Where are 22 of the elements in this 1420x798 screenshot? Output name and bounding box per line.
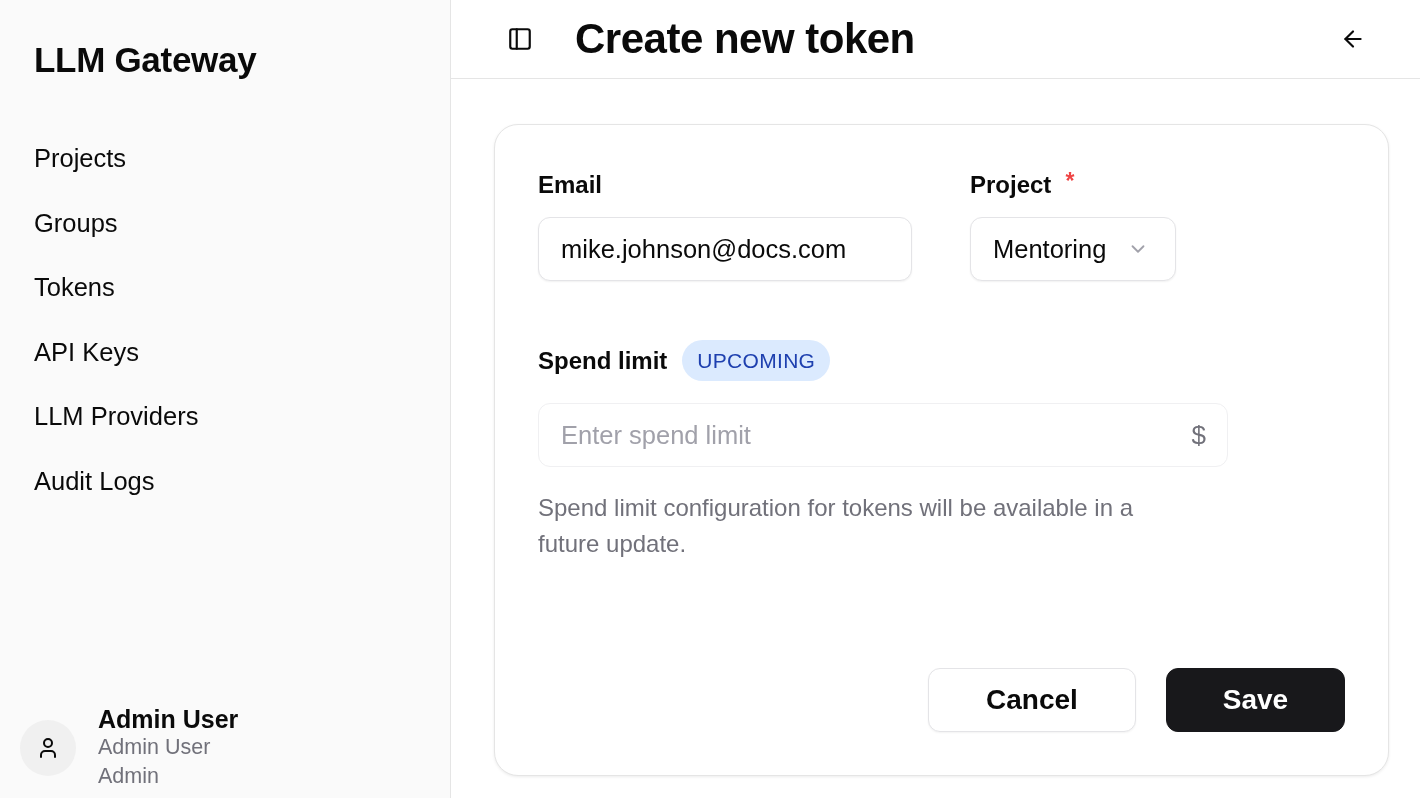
user-name: Admin User [98, 705, 239, 733]
field-label: Email [538, 172, 603, 198]
field-label: Project [970, 172, 1052, 198]
user-display-name: Admin User [98, 734, 211, 761]
help-text: Spend limit configuration for tokens will be available in a future update. [538, 493, 1134, 559]
currency-symbol: $ [1191, 419, 1206, 451]
cancel-button[interactable]: Cancel [928, 668, 1136, 732]
save-button[interactable]: Save [1166, 668, 1345, 732]
status-badge: UPCOMING [682, 340, 831, 381]
required-mark: * [1065, 168, 1075, 194]
project-select[interactable]: Mentoring [970, 217, 1176, 281]
app-title: LLM Gateway [34, 40, 257, 80]
nav-link[interactable]: LLM Providers [34, 396, 199, 437]
field-label: Spend limit [538, 347, 668, 374]
user-role: Admin [98, 763, 159, 790]
nav-link[interactable]: Tokens [34, 267, 115, 308]
email-input[interactable]: mike.johnson@docs.com [538, 217, 912, 281]
nav-link[interactable]: Audit Logs [34, 460, 155, 501]
page-title: Create new token [575, 15, 915, 63]
nav-link[interactable]: Projects [34, 138, 127, 178]
nav-link[interactable]: Groups [34, 202, 118, 243]
nav-link[interactable]: API Keys [34, 331, 139, 372]
